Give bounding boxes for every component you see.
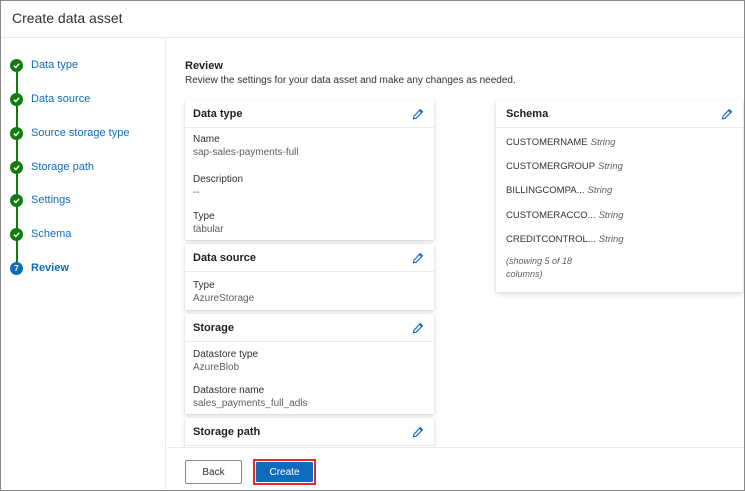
- datastore-type-field: Datastore type AzureBlob: [193, 348, 258, 374]
- step-label: Schema: [31, 228, 72, 240]
- field-label: Datastore type: [193, 349, 259, 360]
- datastore-name-field: Datastore name sales_payments_full_adls: [193, 384, 308, 410]
- field-label: Type: [193, 211, 215, 222]
- review-heading: Review: [185, 60, 223, 72]
- pencil-icon[interactable]: [410, 250, 426, 266]
- field-value: sales_payments_full_adls: [193, 398, 308, 409]
- field-value: AzureBlob: [193, 362, 240, 373]
- step-storage-path[interactable]: Storage path: [10, 158, 94, 176]
- dialog-header: Create data asset: [1, 1, 744, 38]
- column-type: String: [598, 234, 624, 245]
- checkmark-icon: [10, 160, 23, 174]
- pencil-icon[interactable]: [719, 106, 735, 122]
- name-field: Name sap-sales-payments-full: [193, 133, 299, 159]
- schema-column-row: BILLINGCOMPA... String: [506, 185, 612, 196]
- storage-card: Storage Datastore type AzureBlob Datasto…: [185, 314, 434, 414]
- field-label: Name: [193, 134, 220, 145]
- step-label: Settings: [31, 194, 71, 206]
- dialog-title: Create data asset: [12, 10, 123, 26]
- checkmark-icon: [10, 227, 23, 241]
- checkmark-icon: [10, 58, 23, 72]
- card-title: Storage: [193, 321, 234, 334]
- column-type: String: [590, 137, 616, 148]
- dialog-window: Create data asset Data type Data source …: [0, 0, 745, 491]
- card-title: Data source: [193, 251, 256, 264]
- column-type: String: [598, 161, 623, 172]
- column-name: CUSTOMERGROUP: [506, 161, 596, 172]
- card-title: Storage path: [193, 425, 261, 438]
- description-field: Description --: [193, 173, 243, 199]
- column-name: BILLINGCOMPA...: [506, 185, 585, 196]
- pencil-icon[interactable]: [410, 424, 426, 440]
- back-button[interactable]: Back: [185, 460, 242, 484]
- step-data-source[interactable]: Data source: [10, 90, 90, 108]
- column-type: String: [598, 210, 624, 221]
- field-value: tabular: [193, 224, 224, 235]
- create-button[interactable]: Create: [256, 462, 313, 482]
- current-step-badge: 7: [10, 261, 23, 275]
- step-label: Storage path: [31, 161, 94, 173]
- field-value: sap-sales-payments-full: [193, 147, 299, 158]
- schema-column-row: CUSTOMERGROUP String: [506, 161, 623, 172]
- field-label: Type: [193, 280, 215, 291]
- column-name: CUSTOMERNAME: [506, 137, 588, 148]
- schema-card: Schema CUSTOMERNAME String CUSTOMERGROUP S…: [496, 100, 743, 292]
- checkmark-icon: [10, 193, 23, 207]
- schema-column-row: CUSTOMERNAME String: [506, 137, 615, 148]
- dialog-footer: Back Create: [167, 447, 744, 490]
- field-value: AzureStorage: [193, 293, 255, 304]
- storage-path-card: Storage path: [185, 418, 434, 447]
- field-value: --: [193, 187, 200, 198]
- step-data-type[interactable]: Data type: [10, 56, 78, 74]
- field-label: Description: [193, 174, 244, 185]
- step-schema[interactable]: Schema: [10, 225, 71, 243]
- checkmark-icon: [10, 126, 23, 140]
- schema-column-row: CUSTOMERACCO... String: [506, 210, 623, 221]
- schema-column-row: CREDITCONTROL... String: [506, 234, 624, 245]
- review-description: Review the settings for your data asset …: [185, 75, 516, 86]
- schema-column-count-note: (showing 5 of 18 columns): [506, 256, 573, 279]
- column-name: CREDITCONTROL...: [506, 234, 596, 245]
- card-title: Data type: [193, 107, 243, 120]
- type-field: Type tabular: [193, 210, 224, 236]
- step-settings[interactable]: Settings: [10, 191, 71, 209]
- source-type-field: Type AzureStorage: [193, 279, 254, 305]
- review-panel: Review Review the settings for your data…: [167, 38, 744, 447]
- checkmark-icon: [10, 92, 23, 106]
- column-type: String: [587, 185, 613, 196]
- wizard-steps-sidebar: Data type Data source Source storage typ…: [1, 38, 166, 490]
- data-source-card: Data source Type AzureStorage: [185, 244, 434, 310]
- step-source-storage-type[interactable]: Source storage type: [10, 124, 129, 142]
- pencil-icon[interactable]: [410, 320, 426, 336]
- step-label: Data type: [31, 59, 79, 71]
- field-label: Datastore name: [193, 385, 265, 396]
- step-review[interactable]: 7 Review: [10, 259, 69, 277]
- step-label: Data source: [31, 93, 91, 105]
- step-label: Source storage type: [31, 127, 130, 139]
- pencil-icon[interactable]: [410, 106, 426, 122]
- column-name: CUSTOMERACCO...: [506, 210, 596, 221]
- card-title: Schema: [506, 107, 549, 120]
- step-label: Review: [31, 262, 69, 274]
- data-type-card: Data type Name sap-sales-payments-full D…: [185, 100, 434, 240]
